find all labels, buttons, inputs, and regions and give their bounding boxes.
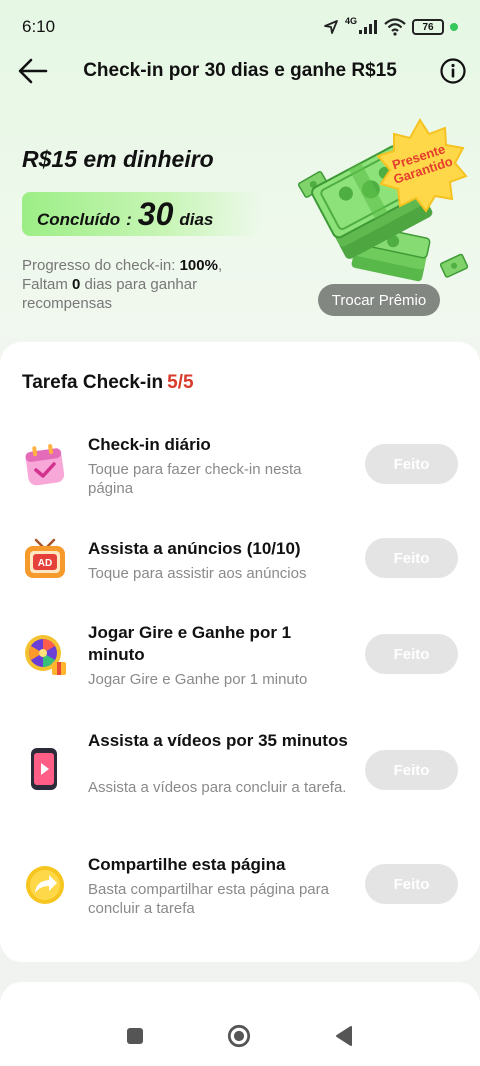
task-description: Assista a vídeos para concluir a tarefa. bbox=[88, 779, 347, 796]
task-description: Basta compartilhar esta página para conc… bbox=[88, 881, 329, 917]
svg-text:AD: AD bbox=[38, 558, 52, 569]
checkin-task-card: Tarefa Check-in 5/5 Check-in diário Toque… bbox=[0, 342, 480, 962]
task-done-button[interactable]: Feito bbox=[365, 864, 458, 904]
privacy-indicator-dot bbox=[450, 23, 458, 31]
task-description: Toque para assistir aos anúncios bbox=[88, 565, 307, 582]
completed-days-unit: dias bbox=[179, 210, 214, 229]
task-item: Assista a vídeos por 35 minutos Assista … bbox=[0, 730, 480, 810]
page-header: Check-in por 30 dias e ganhe R$15 bbox=[0, 44, 480, 98]
progress-suffix: , bbox=[217, 257, 223, 274]
task-name: Check-in diário bbox=[88, 435, 211, 454]
task-name: Assista a vídeos por 35 minutos bbox=[88, 731, 348, 750]
task-heading-label: Tarefa Check-in bbox=[22, 372, 164, 393]
recents-button[interactable] bbox=[123, 1024, 147, 1048]
status-icons: 4G 76 bbox=[323, 16, 458, 36]
reward-title: R$15 em dinheiro bbox=[22, 146, 214, 172]
square-icon bbox=[127, 1028, 143, 1044]
exchange-prize-button[interactable]: Trocar Prêmio bbox=[318, 284, 440, 316]
task-name: Assista a anúncios (10/10) bbox=[88, 539, 301, 558]
task-done-button[interactable]: Feito bbox=[365, 634, 458, 674]
task-done-button[interactable]: Feito bbox=[365, 444, 458, 484]
completed-label: Concluído bbox=[37, 210, 121, 229]
triangle-back-icon bbox=[336, 1026, 352, 1046]
progress-description: Progresso do check-in: 100%, Faltam 0 di… bbox=[22, 256, 272, 313]
task-done-button[interactable]: Feito bbox=[365, 750, 458, 790]
completed-separator: : bbox=[126, 210, 132, 229]
completed-days-count: 30 bbox=[137, 196, 174, 232]
task-name: Compartilhe esta página bbox=[88, 855, 286, 874]
system-nav-bar bbox=[0, 1006, 480, 1066]
status-time: 6:10 bbox=[22, 17, 56, 36]
cellular-signal-icon: 4G bbox=[344, 16, 378, 35]
task-item: AD Assista a anúncios (10/10) Toque para… bbox=[0, 538, 480, 588]
task-done-button[interactable]: Feito bbox=[365, 538, 458, 578]
task-description: Toque para fazer check-in nesta página bbox=[88, 461, 302, 497]
circle-home-icon bbox=[227, 1024, 251, 1048]
network-type-label: 4G bbox=[344, 16, 357, 26]
task-heading: Tarefa Check-in 5/5 bbox=[22, 372, 194, 394]
location-arrow-icon bbox=[323, 19, 339, 35]
task-item: Compartilhe esta página Basta compartilh… bbox=[0, 854, 480, 924]
page-title: Check-in por 30 dias e ganhe R$15 bbox=[83, 60, 397, 81]
share-arrow-icon bbox=[26, 866, 64, 904]
battery-icon: 76 bbox=[412, 19, 444, 35]
home-button[interactable] bbox=[227, 1024, 251, 1048]
task-description: Jogar Gire e Ganhe por 1 minuto bbox=[88, 671, 308, 688]
wifi-icon bbox=[384, 18, 406, 36]
phone-video-icon bbox=[31, 748, 57, 790]
info-button[interactable] bbox=[438, 56, 468, 86]
progress-prefix: Progresso do check-in: bbox=[22, 257, 180, 274]
calendar-check-icon bbox=[25, 444, 65, 486]
back-nav-button[interactable] bbox=[332, 1024, 356, 1048]
task-progress-count: 5/5 bbox=[167, 372, 194, 393]
remaining-prefix: Faltam bbox=[22, 276, 73, 293]
completed-days-pill: Concluído : 30 dias bbox=[22, 192, 262, 236]
progress-value: 100% bbox=[179, 257, 218, 274]
task-item: Jogar Gire e Ganhe por 1 minuto Jogar Gi… bbox=[0, 622, 480, 692]
task-item: Check-in diário Toque para fazer check-i… bbox=[0, 434, 480, 504]
task-name: Jogar Gire e Ganhe por 1 minuto bbox=[88, 623, 292, 664]
ad-tv-icon: AD bbox=[25, 538, 65, 578]
info-icon bbox=[440, 58, 466, 84]
prize-wheel-icon bbox=[25, 635, 66, 675]
